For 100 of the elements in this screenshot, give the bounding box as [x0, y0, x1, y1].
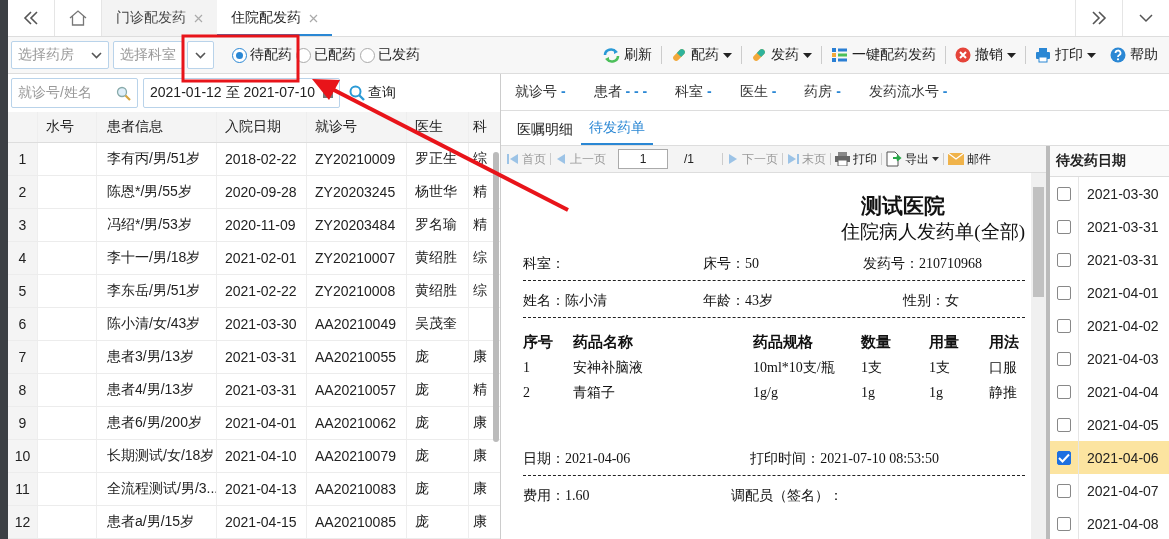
table-cell: 李有丙/男/51岁 — [97, 143, 217, 175]
date-cell-text: 2021-04-08 — [1086, 515, 1159, 532]
refresh-button[interactable]: 刷新 — [598, 41, 657, 69]
info-label: 发药流水号 - — [868, 83, 948, 101]
row-number: 1 — [8, 143, 38, 175]
table-cell: 康 — [473, 348, 487, 366]
table-cell: 杨世华 — [407, 176, 469, 208]
help-button[interactable]: 帮助 — [1105, 41, 1163, 69]
tab-label: 门诊配发药 — [116, 9, 186, 27]
receipt-field: 年龄：43岁 — [703, 292, 903, 311]
row-number: 2 — [8, 176, 38, 208]
column-header[interactable]: 医生 — [407, 112, 469, 142]
dispense-button[interactable]: 配药 — [666, 41, 737, 69]
cancel-button[interactable]: 撤销 — [950, 41, 1021, 69]
checkbox[interactable] — [1057, 516, 1071, 531]
close-icon[interactable] — [309, 13, 318, 23]
table-cell: ZY20210007 — [307, 242, 407, 274]
receipt-fee: 费用：1.60 — [523, 487, 591, 506]
column-header[interactable]: 就诊号 — [307, 112, 407, 142]
checkbox[interactable] — [1057, 318, 1071, 333]
page-input[interactable]: 1 — [618, 149, 668, 169]
detail-tab[interactable]: 医嘱明细 — [509, 121, 581, 145]
table-cell: AA20210062 — [307, 407, 407, 439]
checkbox[interactable] — [1057, 285, 1071, 300]
checklist-icon — [831, 47, 848, 63]
receipt-cell-text: 1g — [929, 384, 944, 401]
table-cell: 患者6/男/200岁 — [97, 407, 217, 439]
column-header[interactable]: 患者信息 — [97, 112, 217, 142]
checkbox[interactable] — [1057, 417, 1071, 432]
table-cell: 陈恩*/男/55岁 — [97, 176, 217, 208]
issue-button[interactable]: 发药 — [746, 41, 817, 69]
column-header[interactable]: 水号 — [38, 112, 97, 142]
table-cell: 李十一/男/18岁 — [97, 242, 217, 274]
radio-circle[interactable] — [232, 47, 247, 63]
row-number: 4 — [8, 242, 38, 274]
receipt-title: 住院病人发药单(全部) — [840, 220, 1025, 245]
receipt-cell-text: 1g — [861, 384, 876, 401]
checkbox[interactable] — [1057, 219, 1071, 234]
checkbox[interactable] — [1057, 186, 1071, 201]
table-cell: 康 — [473, 513, 487, 531]
table-cell: 康 — [473, 414, 487, 432]
hospital-title: 测试医院 — [860, 193, 946, 220]
receipt-column-header: 用量 — [929, 333, 960, 353]
right-triangle-icon — [787, 153, 799, 165]
receipt-column-header: 用法 — [989, 333, 1020, 353]
dispenser-signature: 调配员（签名）： — [731, 487, 843, 506]
checkbox[interactable] — [1057, 351, 1071, 366]
checkbox[interactable] — [1057, 384, 1071, 399]
table-cell: 全流程测试/男/3... — [97, 473, 217, 505]
table-cell: 罗名瑜 — [407, 209, 469, 241]
receipt-cell-text: 1支 — [861, 358, 883, 377]
date-cell-text: 2021-03-30 — [1086, 185, 1159, 202]
receipt-cell-text: 静推 — [989, 383, 1018, 402]
row-number: 10 — [8, 440, 38, 472]
status-radio[interactable]: 已配药 — [296, 46, 356, 64]
checkbox[interactable] — [1057, 252, 1071, 267]
table-cell: 康 — [473, 480, 487, 498]
table-cell: ZY20210008 — [307, 275, 407, 307]
print-time: 打印时间：2021-07-10 08:53:50 — [750, 450, 939, 469]
table-cell: 庞 — [407, 473, 469, 505]
table-cell: 2020-11-09 — [217, 209, 307, 241]
scrollbar[interactable] — [493, 152, 499, 442]
table-cell: 2021-04-15 — [217, 506, 307, 538]
receipt-field: 姓名：陈小清 — [523, 292, 703, 311]
table-cell: 吴茂奎 — [407, 308, 469, 340]
chevron-down-icon — [91, 51, 102, 59]
column-header[interactable]: 入院日期 — [217, 112, 307, 142]
department-dropdown-button[interactable] — [187, 41, 214, 69]
caret-icon — [932, 157, 939, 161]
table-cell: 2018-02-22 — [217, 143, 307, 175]
onekey-button[interactable]: 一键配药发药 — [826, 41, 941, 69]
radio-circle[interactable] — [360, 47, 375, 63]
tab-label: 住院配发药 — [231, 9, 301, 27]
mail-page-button[interactable]: 邮件 — [948, 150, 991, 168]
status-radio[interactable]: 已发药 — [360, 46, 420, 64]
print-page-button[interactable]: 打印 — [835, 150, 877, 168]
chevron-down-icon — [1139, 13, 1153, 23]
page-tab[interactable]: 门诊配发药 — [102, 0, 217, 36]
receipt-cell-text: 1g/g — [753, 384, 779, 401]
table-cell: AA20210083 — [307, 473, 407, 505]
page-total: /1 — [684, 152, 694, 166]
table-cell: 2021-03-31 — [217, 374, 307, 406]
export-page-button[interactable]: 导出 — [886, 150, 939, 168]
search-icon — [349, 85, 365, 101]
receipt-column-header: 数量 — [861, 333, 892, 353]
column-header[interactable]: 科 — [469, 112, 500, 142]
table-cell: 庞 — [407, 341, 469, 373]
checkbox[interactable] — [1057, 483, 1071, 498]
receipt-field: 发药号：210710968 — [863, 255, 982, 274]
query-button[interactable]: 查询 — [349, 84, 396, 102]
scrollbar[interactable] — [1031, 173, 1046, 539]
checkbox[interactable] — [1057, 450, 1071, 465]
table-cell: 陈小清/女/43岁 — [97, 308, 217, 340]
close-icon[interactable] — [194, 13, 203, 23]
status-radio[interactable]: 待配药 — [232, 46, 292, 64]
double-chevron-right-icon — [1091, 11, 1107, 25]
row-number: 11 — [8, 473, 38, 505]
table-cell: ZY20203245 — [307, 176, 407, 208]
print-button[interactable]: 打印 — [1030, 41, 1101, 69]
left-triangle-icon — [555, 153, 567, 165]
